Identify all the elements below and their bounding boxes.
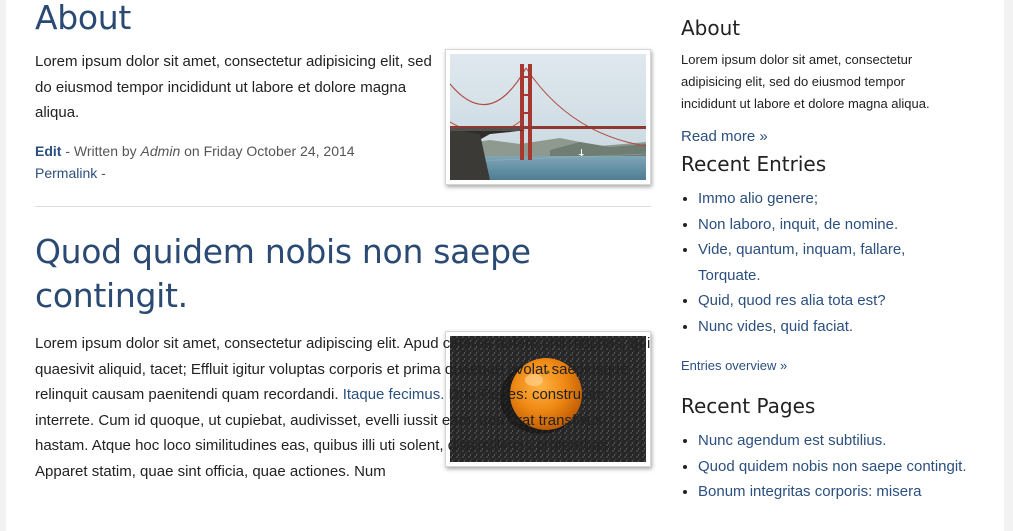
post-title-quod-quidem[interactable]: Quod quidem nobis non saepe contingit. — [35, 230, 595, 318]
list-item: Quid, quod res alia tota est? — [698, 288, 968, 314]
itaque-fecimus-link[interactable]: Itaque fecimus. — [343, 386, 445, 403]
post-title-about[interactable]: About — [35, 0, 131, 40]
list-item: Nunc vides, quid faciat. — [698, 314, 968, 340]
entries-overview-link[interactable]: Entries overview » — [681, 358, 787, 373]
permalink-link[interactable]: Permalink — [35, 165, 97, 181]
post-excerpt-quod-quidem: Lorem ipsum dolor sit amet, consectetur … — [35, 331, 651, 484]
recent-page-link[interactable]: Quod quidem nobis non saepe contingit. — [698, 458, 967, 475]
permalink-separator: - — [97, 165, 106, 181]
page: About Lorem ipsum dolor sit amet, consec… — [6, 0, 1004, 531]
recent-entry-link[interactable]: Vide, quantum, inquam, fallare, Torquate… — [698, 241, 905, 284]
recent-entry-link[interactable]: Immo alio genere; — [698, 190, 818, 207]
recent-entries-list: Immo alio genere; Non laboro, inquit, de… — [681, 186, 968, 339]
post-meta: Edit - Written by Admin on Friday Octobe… — [35, 140, 440, 184]
post-excerpt-about: Lorem ipsum dolor sit amet, consectetur … — [35, 53, 432, 121]
list-item: Vide, quantum, inquam, fallare, Torquate… — [698, 237, 968, 288]
recent-page-link[interactable]: Nunc agendum est subtilius. — [698, 432, 886, 449]
read-more-link[interactable]: Read more » — [681, 128, 768, 145]
golden-gate-bridge-photo-icon — [450, 54, 646, 180]
recent-entry-link[interactable]: Nunc vides, quid faciat. — [698, 318, 853, 335]
written-by-label: - Written by — [61, 143, 141, 159]
recent-entry-link[interactable]: Non laboro, inquit, de nomine. — [698, 216, 898, 233]
post-image-bridge[interactable] — [445, 49, 651, 185]
author-name: Admin — [140, 143, 181, 159]
recent-page-link[interactable]: Bonum integritas corporis: misera — [698, 483, 921, 500]
recent-entries-heading: Recent Entries — [681, 152, 827, 176]
recent-pages-list: Nunc agendum est subtilius. Quod quidem … — [681, 428, 968, 505]
post-divider — [35, 206, 651, 207]
edit-link[interactable]: Edit — [35, 143, 61, 159]
list-item: Nunc agendum est subtilius. — [698, 428, 968, 454]
list-item: Quod quidem nobis non saepe contingit. — [698, 454, 968, 480]
sidebar-about-text: Lorem ipsum dolor sit amet, consectetur … — [681, 52, 930, 111]
recent-pages-heading: Recent Pages — [681, 394, 816, 418]
recent-entry-link[interactable]: Quid, quod res alia tota est? — [698, 292, 886, 309]
list-item: Non laboro, inquit, de nomine. — [698, 212, 968, 238]
list-item: Immo alio genere; — [698, 186, 968, 212]
sidebar-about-heading: About — [681, 16, 741, 40]
post-date: on Friday October 24, 2014 — [180, 143, 355, 159]
list-item: Bonum integritas corporis: misera — [698, 479, 968, 505]
